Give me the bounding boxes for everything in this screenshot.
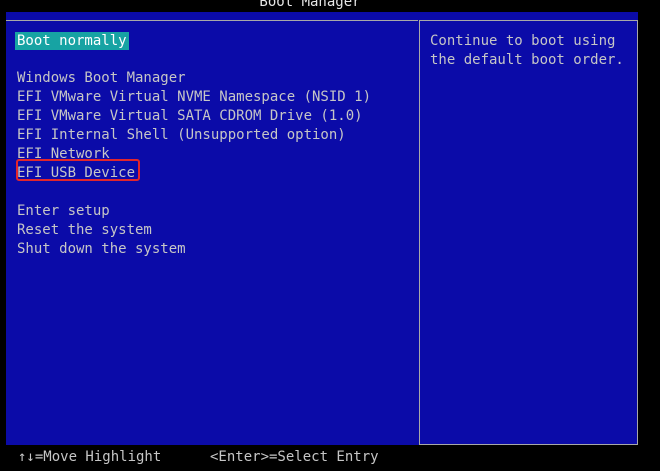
boot-panel: Boot normally Windows Boot Manager EFI V…: [6, 12, 638, 445]
menu-item-efi-sata-cdrom[interactable]: EFI VMware Virtual SATA CDROM Drive (1.0…: [17, 107, 363, 125]
window-title: Boot Manager: [259, 0, 361, 10]
menu-item-efi-nvme[interactable]: EFI VMware Virtual NVME Namespace (NSID …: [17, 88, 371, 106]
select-entry-hint: <Enter>=Select Entry: [210, 449, 379, 465]
menu-item-windows-boot-manager[interactable]: Windows Boot Manager: [17, 69, 186, 87]
boot-manager-screen: Boot Manager Boot normally Windows Boot …: [0, 0, 660, 471]
status-bar: ↑↓=Move Highlight <Enter>=Select Entry: [0, 446, 660, 471]
help-text: Continue to boot using the default boot …: [430, 33, 624, 68]
usb-device-highlight-box: [16, 159, 140, 181]
move-highlight-hint: ↑↓=Move Highlight: [18, 449, 162, 465]
help-frame: [419, 20, 638, 445]
menu-item-enter-setup[interactable]: Enter setup: [17, 202, 110, 220]
menu-item-shut-down[interactable]: Shut down the system: [17, 240, 186, 258]
menu-item-reset-system[interactable]: Reset the system: [17, 221, 152, 239]
menu-item-efi-internal-shell[interactable]: EFI Internal Shell (Unsupported option): [17, 126, 346, 144]
menu-item-boot-normally[interactable]: Boot normally: [15, 32, 129, 50]
